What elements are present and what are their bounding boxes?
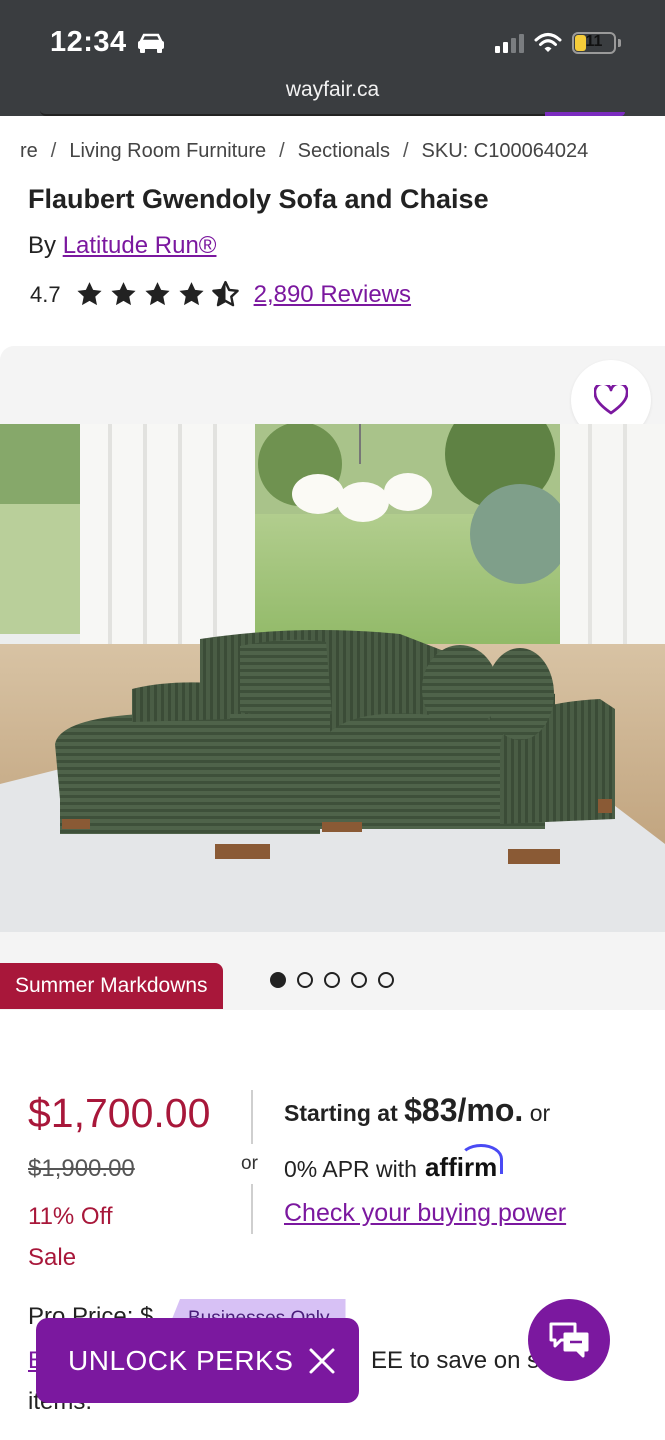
unlock-perks-banner[interactable]: UNLOCK PERKS [36,1318,359,1403]
breadcrumb-sku: SKU: C100064024 [421,140,589,162]
star-icon [111,282,136,306]
product-gallery[interactable]: Summer Markdowns [0,346,665,1010]
reviews-link[interactable]: 2,890 Reviews [254,281,411,309]
buying-power-link[interactable]: Check your buying power [284,1199,566,1228]
close-icon[interactable] [307,1346,337,1376]
star-rating [75,280,240,309]
address-bar-url[interactable]: wayfair.ca [0,78,665,102]
financing-or: or [529,1100,551,1126]
carousel-dot[interactable] [270,972,286,988]
affirm-logo: affirm [425,1144,503,1183]
product-title: Flaubert Gwendoly Sofa and Chaise [28,184,489,214]
sale-label: Sale [28,1244,77,1271]
wifi-icon [534,33,562,52]
or-label: or [241,1153,258,1174]
apr-line: 0% APR with affirm [284,1144,503,1183]
star-half-icon [211,280,239,307]
promo-badge: Summer Markdowns [0,963,223,1009]
carousel-dots [270,972,394,988]
breadcrumb-separator: / [50,140,57,162]
breadcrumb-item[interactable]: Sectionals [298,140,390,163]
breadcrumb-item[interactable]: re [20,140,38,163]
divider [251,1090,253,1144]
breadcrumb-separator: / [279,140,285,162]
sale-price: $1,700.00 [28,1090,211,1136]
starting-label: Starting at [284,1100,398,1126]
rating-row: 4.7 2,890 Reviews [30,280,411,309]
star-icon [179,282,204,306]
battery-icon: 11 [572,32,616,54]
carousel-dot[interactable] [351,972,367,988]
car-icon [138,33,164,53]
breadcrumb-separator: / [402,140,409,162]
star-icon [77,282,102,306]
heart-icon [594,385,628,415]
divider [251,1184,253,1234]
brand-link[interactable]: Latitude Run® [63,232,217,259]
signal-icon [495,33,524,53]
breadcrumb: re / Living Room Furniture / Sectionals … [20,140,588,163]
carousel-dot[interactable] [297,972,313,988]
brand-line: By Latitude Run® [28,232,216,260]
discount-label: 11% Off [28,1203,113,1230]
star-icon [145,282,170,306]
product-image[interactable] [0,424,665,932]
financing-offer: Starting at $83/mo. or [284,1092,550,1129]
monthly-price: $83/mo. [404,1092,524,1128]
rating-value: 4.7 [30,281,61,307]
status-bar: 12:34 11 wayfair.ca [0,0,665,116]
apr-text: 0% APR with [284,1156,417,1182]
chat-icon [549,1322,589,1358]
breadcrumb-item[interactable]: Living Room Furniture [69,140,266,163]
status-time: 12:34 [50,26,127,58]
chat-button[interactable] [528,1299,610,1381]
original-price: $1,900.00 [28,1155,135,1182]
by-label: By [28,232,57,259]
status-indicators: 11 [495,32,621,54]
unlock-perks-label[interactable]: UNLOCK PERKS [68,1345,293,1377]
carousel-dot[interactable] [378,972,394,988]
carousel-dot[interactable] [324,972,340,988]
header-edge [40,110,625,116]
